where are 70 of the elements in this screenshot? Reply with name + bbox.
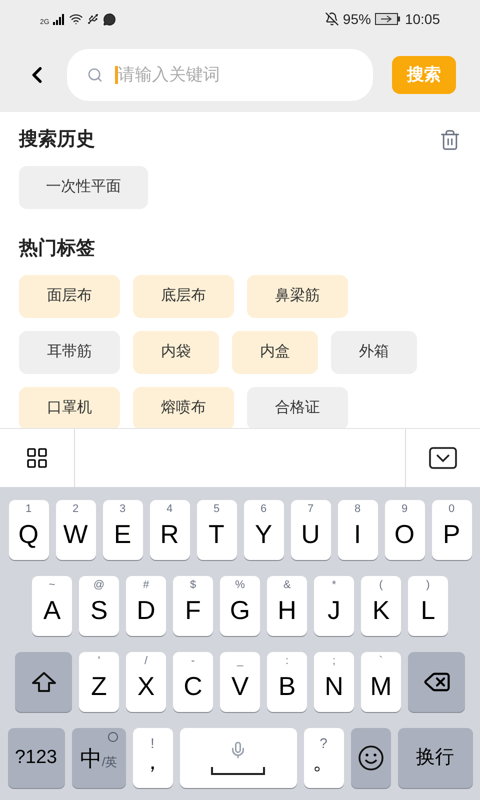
tag-chip[interactable]: 内盒 xyxy=(232,331,318,374)
key[interactable]: ?123 xyxy=(8,728,64,788)
key[interactable]: ~ A xyxy=(32,576,72,636)
key[interactable]: : B xyxy=(267,652,307,712)
key[interactable]: 换行 xyxy=(398,728,472,788)
key[interactable]: ( K xyxy=(361,576,401,636)
chat-icon xyxy=(103,12,116,26)
bell-off-icon xyxy=(324,12,339,26)
tag-chip[interactable]: 外箱 xyxy=(331,331,417,374)
battery-percent: 95% xyxy=(342,10,371,28)
key-label: 中 xyxy=(80,744,102,772)
key[interactable]: 8 I xyxy=(338,500,378,560)
key[interactable]: & H xyxy=(267,576,307,636)
text-cursor xyxy=(115,66,118,84)
tag-chip[interactable]: 内袋 xyxy=(133,331,219,374)
key[interactable]: ? 。 xyxy=(304,728,344,788)
search-icon xyxy=(87,67,103,83)
clock: 10:05 xyxy=(404,10,440,28)
key[interactable]: ` M xyxy=(361,652,401,712)
key[interactable]: / X xyxy=(126,652,166,712)
key[interactable]: ' Z xyxy=(79,652,119,712)
key[interactable]: # D xyxy=(126,576,166,636)
signal-icon xyxy=(53,14,66,24)
microphone-icon xyxy=(229,741,247,759)
emoji-key[interactable] xyxy=(350,728,390,788)
keyboard-hide-icon[interactable] xyxy=(429,447,457,469)
tag-chip[interactable]: 熔喷布 xyxy=(133,387,234,428)
backspace-key[interactable] xyxy=(408,652,465,712)
key[interactable]: 4 R xyxy=(150,500,190,560)
key[interactable]: ) L xyxy=(408,576,448,636)
tag-chip[interactable]: 耳带筋 xyxy=(19,331,120,374)
key[interactable]: 6 Y xyxy=(244,500,284,560)
key[interactable]: 7 U xyxy=(290,500,330,560)
battery-icon xyxy=(374,13,401,25)
key[interactable]: - C xyxy=(173,652,213,712)
usb-icon xyxy=(87,13,100,25)
search-input[interactable]: 请输入关键词 xyxy=(118,62,353,88)
section-title: 搜索历史 xyxy=(19,128,95,152)
tag-chip[interactable]: 鼻梁筋 xyxy=(247,275,348,318)
key[interactable]: * J xyxy=(314,576,354,636)
smiley-icon xyxy=(358,745,384,771)
key[interactable]: ; N xyxy=(314,652,354,712)
key[interactable]: 0 P xyxy=(432,500,472,560)
language-key[interactable]: 中/英 xyxy=(72,728,126,788)
key[interactable]: $ F xyxy=(173,576,213,636)
space-key[interactable] xyxy=(180,728,296,788)
shift-key[interactable] xyxy=(15,652,72,712)
tag-chip[interactable]: 合格证 xyxy=(247,387,348,428)
key[interactable]: ! ， xyxy=(132,728,172,788)
wifi-icon xyxy=(69,12,84,26)
globe-icon xyxy=(108,732,118,742)
tag-chip[interactable]: 底层布 xyxy=(133,275,234,318)
key[interactable]: 2 W xyxy=(56,500,96,560)
key[interactable]: % G xyxy=(220,576,260,636)
tag-chip[interactable]: 口罩机 xyxy=(19,387,120,428)
search-field[interactable]: 请输入关键词 xyxy=(67,49,373,101)
key-label: /英 xyxy=(102,754,118,771)
shift-icon xyxy=(30,671,56,693)
key[interactable]: @ S xyxy=(79,576,119,636)
space-icon xyxy=(211,767,265,775)
grid-icon[interactable] xyxy=(25,446,49,470)
key[interactable]: 9 O xyxy=(384,500,424,560)
history-chip[interactable]: 一次性平面 xyxy=(19,166,148,208)
key[interactable]: 3 E xyxy=(102,500,142,560)
tag-chip[interactable]: 面层布 xyxy=(19,275,120,318)
key[interactable]: 1 Q xyxy=(8,500,48,560)
key[interactable]: 5 T xyxy=(196,500,236,560)
trash-icon[interactable] xyxy=(439,129,461,152)
key[interactable]: _ V xyxy=(220,652,260,712)
section-title: 热门标签 xyxy=(19,236,96,260)
